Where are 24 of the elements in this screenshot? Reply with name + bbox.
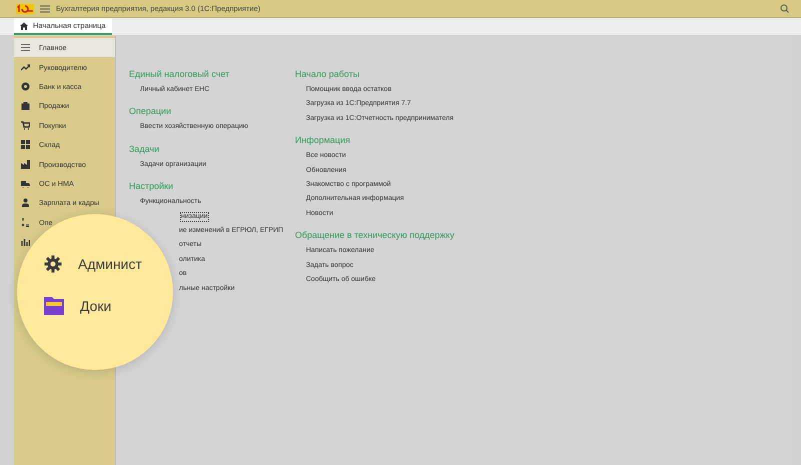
bar-chart-icon: [21, 237, 30, 246]
section-heading: Единый налоговый счет: [129, 69, 230, 79]
section-heading: Обращение в техническую поддержку: [295, 230, 454, 240]
factory-icon: [21, 160, 30, 169]
home-icon: [20, 22, 28, 30]
menu-icon[interactable]: [40, 4, 50, 12]
symbols-icon: [21, 218, 30, 227]
bag-icon: [21, 101, 30, 110]
search-icon[interactable]: [780, 4, 789, 13]
person-icon: [21, 198, 30, 208]
section-heading: Информация: [295, 135, 352, 146]
gear-icon: [44, 255, 62, 273]
truck-icon: [21, 178, 30, 188]
logo-icon: [16, 4, 34, 14]
section-heading: Начало работы: [295, 69, 360, 79]
trend-icon: [21, 62, 30, 72]
grid-icon: [21, 140, 30, 150]
section-heading: Настройки: [129, 181, 174, 192]
menu-icon: [21, 43, 30, 52]
section-heading: Операции: [129, 106, 172, 116]
folder-icon: [44, 297, 64, 315]
cart-icon: [21, 120, 30, 130]
section-heading: Задачи: [129, 144, 160, 154]
coin-icon: [21, 82, 30, 91]
